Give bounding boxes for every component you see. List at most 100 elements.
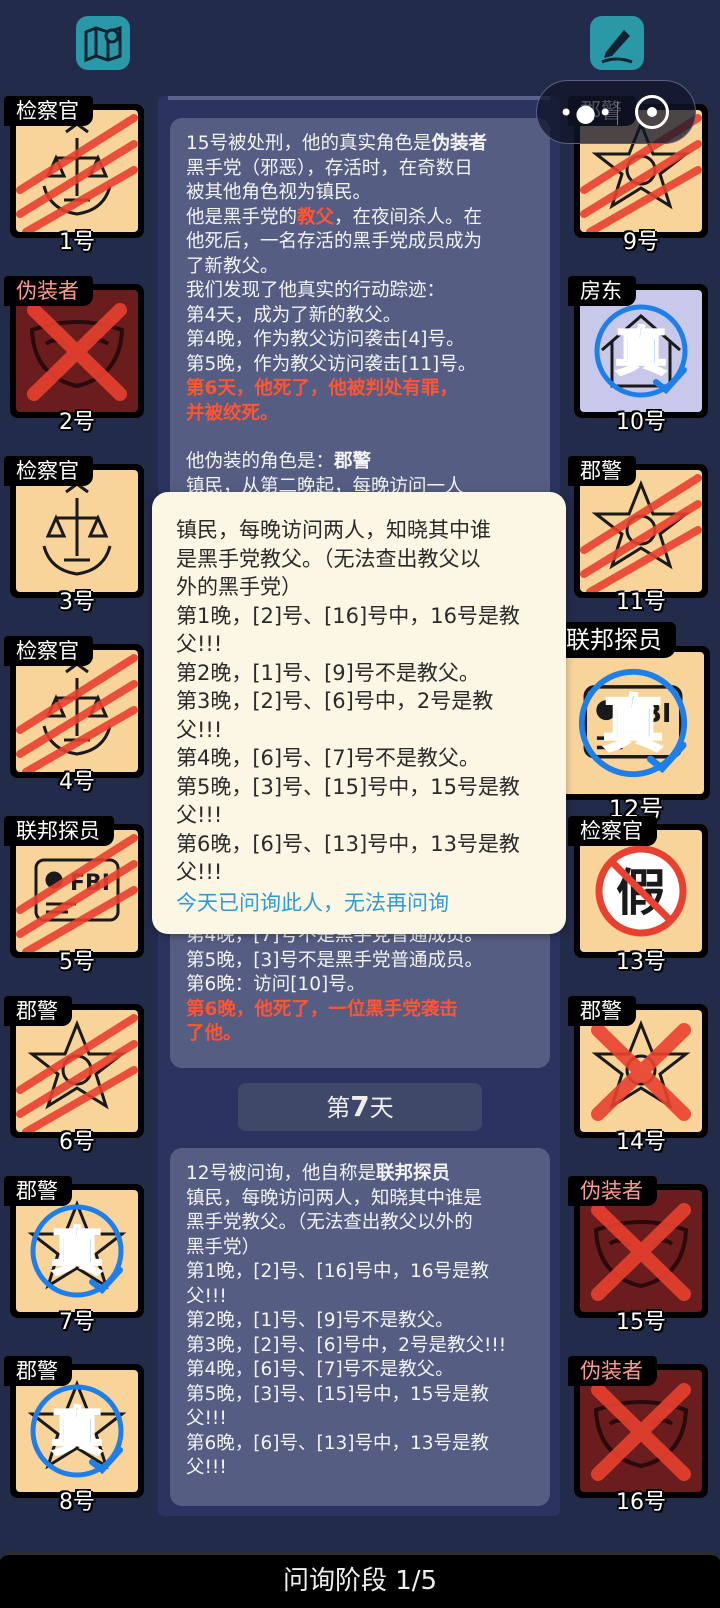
text-line: 父!!! [176,803,223,827]
text-line: 第3晚，[2]号、[6]号中，2号是教 [176,689,494,713]
player-card-1号[interactable]: 检察官 1号 [4,96,144,255]
player-card-2号[interactable]: 伪装者 2号 [4,276,144,435]
role-label: 房东 [568,276,636,306]
claw-marks [580,474,702,592]
card-portrait [16,650,138,772]
true-stamp: 真 [30,1204,124,1298]
log-text: 第4晚，作为教父访问袭击[4]号。 [186,329,465,350]
card-portrait [16,1010,138,1132]
text-line: 镇民，每晚访问两人，知晓其中谁是 [186,1187,483,1209]
text-line: 第1晚，[2]号、[16]号中，16号是教 [176,603,520,628]
text-line: 第6晚，[6]号、[13]号中，13号是教 [186,1432,489,1454]
text-line: 父!!! [176,860,223,884]
log-text: 黑手党（邪恶），存活时，在奇数日 [186,157,473,179]
player-number: 9号 [623,230,659,255]
player-number: 4号 [59,770,95,795]
log-text: 第4天，成为了新的教父。 [186,304,402,326]
log-text: 他死后，一名存活的黑手党成员成为 [186,231,483,252]
card-portrait [580,1010,702,1132]
day-divider: 第7天 [238,1083,482,1131]
text-line: 父!!! [186,1457,227,1478]
fbi-icon: FBI 真 [578,668,688,778]
player-number: 5号 [59,950,95,975]
pen-icon-button[interactable] [590,16,644,70]
player-card-5号[interactable]: FBI 联邦探员 5号 [4,816,144,975]
role-label: 郡警 [4,996,72,1026]
svg-text:真: 真 [615,323,667,383]
star-icon: 真 [27,1199,127,1298]
player-number: 16号 [616,1490,666,1515]
claw-marks [16,1014,138,1132]
text-line: 父!!! [186,1408,227,1429]
player-number: 8号 [59,1490,95,1515]
player-card-6号[interactable]: 郡警 6号 [4,996,144,1155]
log-role-highlight: 郡警 [334,451,372,472]
role-label: 伪装者 [568,1356,657,1386]
true-stamp: 真 [594,304,688,398]
log-death-text: 并被绞死。 [186,402,279,424]
player-card-8号[interactable]: 真 郡警 8号 [4,1356,144,1515]
card-portrait [16,470,138,592]
role-label: 郡警 [568,996,636,1026]
log-text: 他是黑手党的 [186,206,298,228]
text-line: 第5晚，[3]号、[15]号中，15号是教 [176,774,520,799]
card-portrait [16,110,138,232]
log-death-text: 第6天，他死了，他被判处有罪， [186,378,458,399]
log-card-interrogation: 12号被问询，他自称是联邦探员 镇民，每晚访问两人，知晓其中谁是 黑手党教父。（无… [170,1148,550,1506]
role-label: 伪装者 [4,276,93,306]
text-line: 镇民，每晚访问两人，知晓其中谁 [176,518,491,542]
player-card-13号[interactable]: 假 检察官 13号 [568,816,708,975]
role-label: 联邦探员 [552,622,676,658]
text-line: 父!!! [176,717,223,742]
player-number: 2号 [59,410,95,435]
mask-icon [27,303,127,401]
player-card-14号[interactable]: 郡警 14号 [568,996,708,1155]
card-portrait: 假 [580,830,702,952]
player-number: 15号 [616,1310,666,1335]
scales-icon [16,654,138,772]
phase-label: 问询阶段 1/5 [282,1566,438,1596]
player-number: 3号 [59,590,95,615]
player-number: 1号 [59,230,95,255]
player-number: 10号 [616,410,666,435]
fbi-icon: FBI [16,834,138,952]
text-line: 第4晚，[6]号、[7]号不是教父。 [176,746,480,770]
text-line: 父!!! [186,1285,227,1307]
text-line: 黑手党） [186,1236,261,1258]
card-portrait: FBI 真 [562,652,704,794]
player-card-11号[interactable]: 郡警 11号 [568,456,708,615]
text-line: 第6晚，[6]号、[13]号中，13号是教 [176,831,520,856]
log-text: 第6晚：访问[10]号。 [186,974,366,995]
player-card-4号[interactable]: 检察官 4号 [4,636,144,795]
claim-detail-popup[interactable]: 镇民，每晚访问两人，知晓其中谁 是黑手党教父。（无法查出教父以 外的黑手党） 第1晚，… [152,492,566,934]
player-card-15号[interactable]: 伪装者 15号 [568,1176,708,1335]
svg-text:真: 真 [51,1403,103,1463]
pen-icon [601,30,633,64]
role-label: 联邦探员 [4,816,114,846]
player-number: 14号 [616,1130,666,1155]
target-icon[interactable] [635,95,669,129]
player-card-3号[interactable]: 检察官 3号 [4,456,144,615]
player-card-10号[interactable]: 真 房东 10号 [568,276,708,435]
more-dots-icon[interactable]: •●• [559,101,614,125]
role-label: 检察官 [4,456,93,486]
mask-icon [591,1383,691,1481]
log-text: 了新教父。 [186,255,279,277]
log-death-text: 第6晚，他死了，一位黑手党袭击 [186,998,458,1020]
miniprogram-capsule: •●• [536,80,696,144]
map-icon-button[interactable] [76,16,130,70]
player-card-7号[interactable]: 真 郡警 7号 [4,1176,144,1335]
role-label: 郡警 [568,456,636,486]
scales-emblem [42,482,112,576]
role-label: 检察官 [4,96,93,126]
player-card-12号[interactable]: FBI 真 联邦探员 12号 [552,622,716,823]
role-label: 检察官 [568,816,657,846]
player-card-16号[interactable]: 伪装者 16号 [568,1356,708,1515]
role-label: 检察官 [4,636,93,666]
card-portrait [580,1370,702,1492]
text-line: 第2晚，[1]号、[9]号不是教父。 [176,660,480,685]
log-text: 12号被问询，他自称是 [186,1163,377,1184]
text-line: 第3晚，[2]号、[6]号中，2号是教父!!! [186,1334,507,1356]
role-label: 郡警 [4,1356,72,1386]
day-prefix: 第 [326,1094,351,1122]
